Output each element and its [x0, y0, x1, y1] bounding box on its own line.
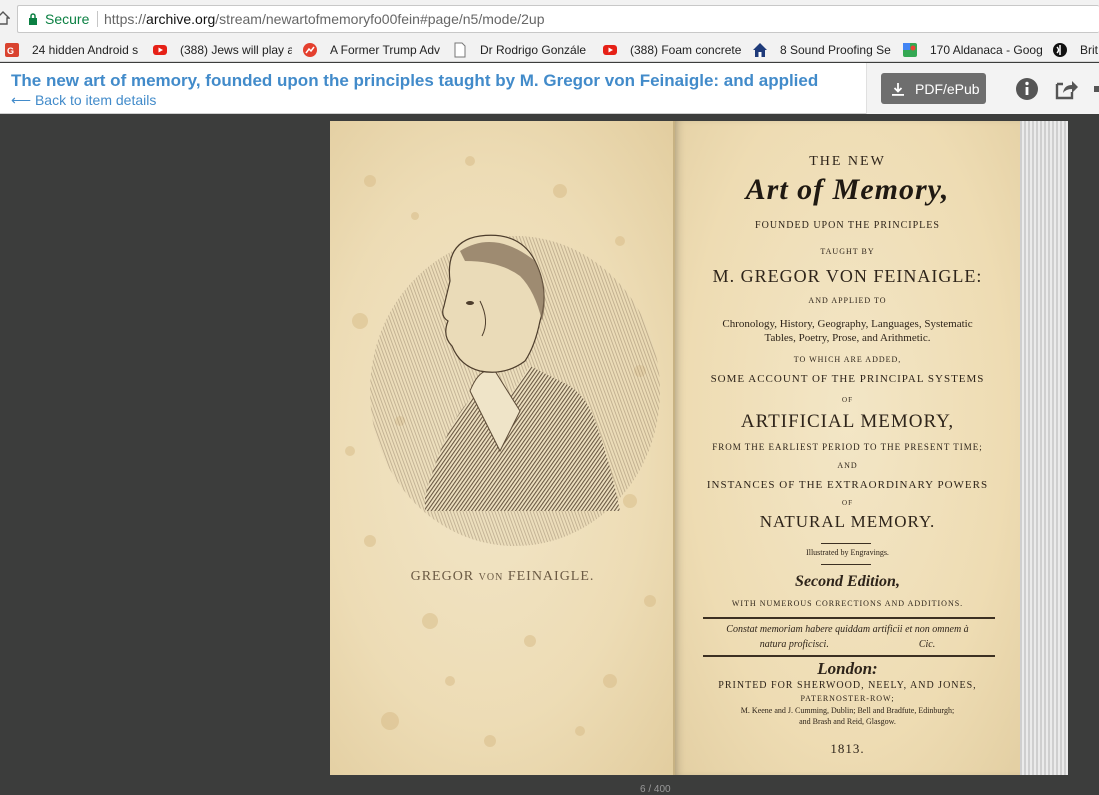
back-to-item-link[interactable]: ⟵ Back to item details	[11, 92, 156, 109]
bookmarks-bar: G 24 hidden Android s (388) Jews will pl…	[0, 38, 1099, 62]
title-year: 1813.	[830, 741, 865, 756]
youtube-icon	[153, 45, 167, 55]
title-quote-line1: Constat memoriam habere quiddam artifici…	[726, 624, 969, 635]
bookmark-label: (388) Foam concrete	[630, 43, 742, 57]
left-page[interactable]: GREGOR VON FEINAIGLE.	[330, 121, 675, 775]
bookmark-item[interactable]: (388) Foam concrete	[602, 41, 742, 59]
title-publishers-line2: and Brash and Reid, Glasgow.	[799, 717, 896, 726]
page-counter: 6 / 400	[640, 784, 671, 795]
home-icon[interactable]	[0, 11, 10, 25]
url-path: /stream/newartofmemoryfo00fein#page/n5/m…	[215, 11, 545, 27]
caption-last: FEINAIGLE.	[503, 569, 595, 584]
bookmark-item[interactable]: G 24 hidden Android s	[4, 41, 142, 59]
title-author: M. GREGOR VON FEINAIGLE:	[712, 266, 983, 286]
page-title[interactable]: The new art of memory, founded upon the …	[11, 71, 818, 91]
title-page-text: THE NEW Art of Memory, FOUNDED UPON THE …	[675, 121, 1020, 775]
lock-icon	[29, 13, 37, 25]
title-corrections: WITH NUMEROUS CORRECTIONS AND ADDITIONS.	[731, 599, 964, 608]
brit-icon	[1053, 43, 1067, 57]
url-text[interactable]: https://archive.org/stream/newartofmemor…	[104, 11, 545, 27]
title-of: OF	[842, 396, 853, 404]
title-from-earliest: FROM THE EARLIEST PERIOD TO THE PRESENT …	[712, 442, 983, 452]
bookmark-item[interactable]: 8 Sound Proofing Se	[752, 41, 892, 59]
pdf-epub-label: PDF/ePub	[915, 80, 980, 97]
bookmark-label: 8 Sound Proofing Se	[780, 43, 891, 57]
bookmark-label: 170 Aldanaca - Goog	[930, 43, 1042, 57]
secure-label: Secure	[45, 11, 90, 27]
title-edition: Second Edition,	[795, 573, 900, 590]
url-field[interactable]: Secure https://archive.org/stream/newart…	[17, 5, 1099, 33]
title-instances: INSTANCES OF THE EXTRAORDINARY POWERS	[706, 479, 989, 491]
title-some-account: SOME ACCOUNT OF THE PRINCIPAL SYSTEMS	[710, 373, 985, 385]
title-the-new: THE NEW	[809, 154, 886, 169]
bookmark-label: A Former Trump Adv	[330, 43, 441, 57]
url-host: archive.org	[146, 11, 216, 27]
title-applied-to: AND APPLIED TO	[808, 296, 887, 305]
pdf-epub-button[interactable]: PDF/ePub	[881, 73, 986, 104]
title-artificial-memory: ARTIFICIAL MEMORY,	[740, 411, 955, 432]
address-bar-area: Secure https://archive.org/stream/newart…	[0, 0, 1099, 38]
title-printed-for: PRINTED FOR SHERWOOD, NEELY, AND JONES,	[718, 680, 977, 691]
title-publishers-line1: M. Keene and J. Cumming, Dublin; Bell an…	[740, 706, 955, 715]
maps-icon	[903, 43, 917, 57]
divider	[821, 564, 871, 565]
portrait-engraving	[370, 234, 660, 546]
title-quote-line2: natura proficisci. Cic.	[759, 639, 936, 650]
red-square-icon: G	[5, 43, 19, 57]
more-icon[interactable]	[1093, 77, 1099, 101]
bookmark-item[interactable]: Dr Rodrigo Gonzále	[452, 41, 592, 59]
item-header: The new art of memory, founded upon the …	[0, 63, 1099, 114]
bookmark-item[interactable]: (388) Jews will play a	[152, 41, 292, 59]
divider	[821, 543, 871, 544]
title-london: London:	[817, 659, 878, 678]
title-art-of-memory: Art of Memory,	[745, 173, 950, 206]
divider	[703, 617, 995, 619]
book-viewer: GREGOR VON FEINAIGLE. THE NEW Art of Mem…	[330, 121, 1068, 775]
title-illustrated: Illustrated by Engravings.	[806, 548, 889, 557]
caption-von: VON	[478, 572, 504, 583]
title-natural-memory: NATURAL MEMORY.	[759, 512, 936, 531]
bookmark-item[interactable]: A Former Trump Adv	[302, 41, 442, 59]
title-taught-by: TAUGHT BY	[820, 247, 875, 256]
portrait-caption: GREGOR VON FEINAIGLE.	[330, 569, 675, 585]
title-subjects-line2: Tables, Poetry, Prose, and Arithmetic.	[764, 332, 931, 344]
title-of: OF	[842, 499, 853, 507]
trend-icon	[303, 43, 317, 57]
bookmark-item[interactable]: Brit	[1052, 41, 1099, 59]
title-founded: FOUNDED UPON THE PRINCIPLES	[755, 220, 940, 231]
title-and: AND	[837, 461, 858, 470]
download-icon	[892, 82, 904, 96]
caption-first: GREGOR	[410, 569, 479, 584]
svg-text:G: G	[7, 46, 14, 56]
page-edges	[1020, 121, 1068, 775]
info-icon[interactable]	[1015, 77, 1039, 101]
house-icon	[753, 43, 767, 57]
page-icon	[454, 42, 466, 58]
bookmark-label: (388) Jews will play a	[180, 43, 292, 57]
bookmark-item[interactable]: 170 Aldanaca - Goog	[902, 41, 1042, 59]
title-paternoster: PATERNOSTER-ROW;	[800, 694, 895, 703]
bookmark-label: Dr Rodrigo Gonzále	[480, 43, 587, 57]
bookmark-label: Brit	[1080, 43, 1098, 57]
share-icon[interactable]	[1054, 77, 1078, 101]
title-to-which: TO WHICH ARE ADDED,	[793, 355, 902, 364]
header-tools: PDF/ePub	[866, 63, 1099, 114]
title-subjects-line1: Chronology, History, Geography, Language…	[722, 318, 973, 330]
url-scheme: https://	[104, 11, 147, 27]
divider	[703, 655, 995, 657]
url-separator	[97, 11, 98, 27]
bookmark-label: 24 hidden Android s	[32, 43, 139, 57]
youtube-icon	[603, 45, 617, 55]
